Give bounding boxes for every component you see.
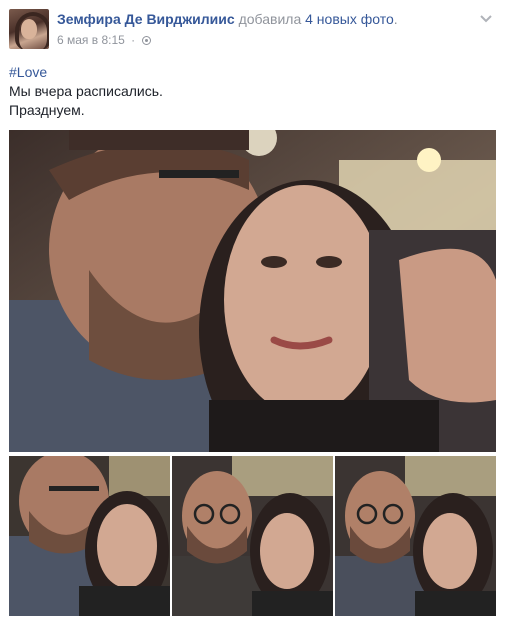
thumb-photo-3-image — [335, 456, 496, 616]
thumb-photo-2[interactable] — [172, 456, 333, 616]
action-end: . — [393, 11, 398, 27]
post-header: Земфира Де Вирджилиис добавила 4 новых ф… — [57, 11, 398, 27]
post-text-line: Мы вчера расписались. — [9, 83, 163, 99]
chevron-down-icon[interactable] — [479, 12, 493, 26]
action-text: добавила — [238, 11, 302, 27]
photos-link[interactable]: 4 новых фото — [305, 11, 394, 27]
post-text-line: Празднуем. — [9, 102, 85, 118]
avatar-face — [21, 19, 37, 39]
facebook-post: Земфира Де Вирджилиис добавила 4 новых ф… — [0, 0, 505, 625]
author-name[interactable]: Земфира Де Вирджилиис — [57, 11, 235, 27]
hashtag-link[interactable]: #Love — [9, 63, 163, 82]
meta-separator: · — [131, 33, 136, 47]
avatar[interactable] — [9, 9, 49, 49]
post-timestamp[interactable]: 6 мая в 8:15 — [57, 33, 125, 47]
post-text: #Love Мы вчера расписались. Празднуем. — [9, 63, 163, 120]
main-photo[interactable] — [9, 130, 496, 452]
thumb-photo-3[interactable] — [335, 456, 496, 616]
thumb-photo-1-image — [9, 456, 170, 616]
main-photo-image — [9, 130, 496, 452]
thumb-photo-1[interactable] — [9, 456, 170, 616]
globe-icon[interactable] — [141, 36, 151, 45]
thumb-photo-2-image — [172, 456, 333, 616]
post-meta: 6 мая в 8:15 · — [57, 33, 151, 47]
